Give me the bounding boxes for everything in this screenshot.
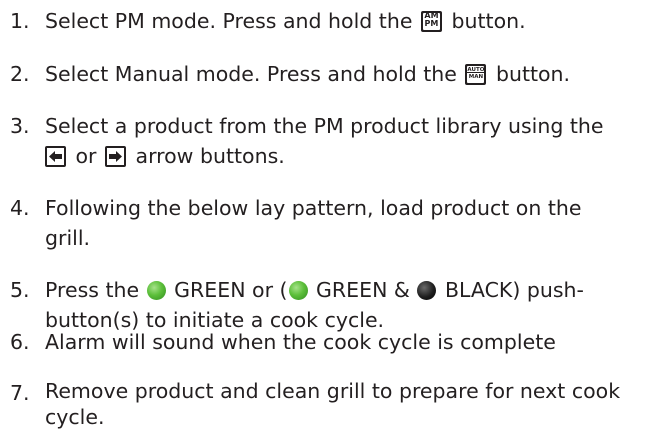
pm-label: PM xyxy=(424,19,439,28)
step-text: button. xyxy=(489,62,571,86)
step-4: 4. Following the below lay pattern, load… xyxy=(0,193,660,253)
step-number: 3. xyxy=(10,114,30,138)
step-6: 6. Alarm will sound when the cook cycle … xyxy=(0,327,660,357)
step-number: 6. xyxy=(10,330,30,354)
step-text: grill. xyxy=(45,226,91,250)
step-text: Press the xyxy=(45,278,146,302)
step-2: 2. Select Manual mode. Press and hold th… xyxy=(0,59,660,89)
step-1: 1. Select PM mode. Press and hold the AM… xyxy=(0,6,660,36)
man-label: MAN xyxy=(468,74,484,80)
step-text: or xyxy=(69,144,104,168)
step-text: BLACK) push- xyxy=(438,278,584,302)
green-button-icon xyxy=(146,281,166,300)
step-text: Alarm will sound when the cook cycle is … xyxy=(45,330,556,354)
step-number: 1. xyxy=(10,9,30,33)
step-text: Select PM mode. Press and hold the xyxy=(45,9,419,33)
step-7: 7. Remove product and clean grill to pre… xyxy=(0,378,660,430)
am-pm-button-icon: AM PM xyxy=(420,11,442,32)
step-number: 7. xyxy=(10,381,30,405)
left-arrow-button-icon xyxy=(45,146,66,167)
step-5: 5. Press the GREEN or ( GREEN & BLACK) p… xyxy=(0,275,660,335)
auto-man-button-icon: AUTO MAN xyxy=(465,64,487,85)
instruction-list: 1. Select PM mode. Press and hold the AM… xyxy=(0,0,665,430)
step-text: GREEN & xyxy=(309,278,417,302)
step-text: Following the below lay pattern, load pr… xyxy=(45,196,582,220)
black-button-icon xyxy=(417,281,437,300)
step-text: Remove product and clean grill to prepar… xyxy=(45,379,621,403)
right-arrow-button-icon xyxy=(105,146,127,167)
step-number: 4. xyxy=(10,196,30,220)
step-text: cycle. xyxy=(45,405,105,429)
step-3: 3. Select a product from the PM product … xyxy=(0,111,660,171)
step-text: Select a product from the PM product lib… xyxy=(45,114,604,138)
step-number: 2. xyxy=(10,62,30,86)
step-text: button. xyxy=(444,9,526,33)
step-text: arrow buttons. xyxy=(129,144,285,168)
step-text: Select Manual mode. Press and hold the xyxy=(45,62,464,86)
step-text: GREEN or ( xyxy=(167,278,288,302)
step-number: 5. xyxy=(10,278,30,302)
green-button-icon xyxy=(288,281,308,300)
